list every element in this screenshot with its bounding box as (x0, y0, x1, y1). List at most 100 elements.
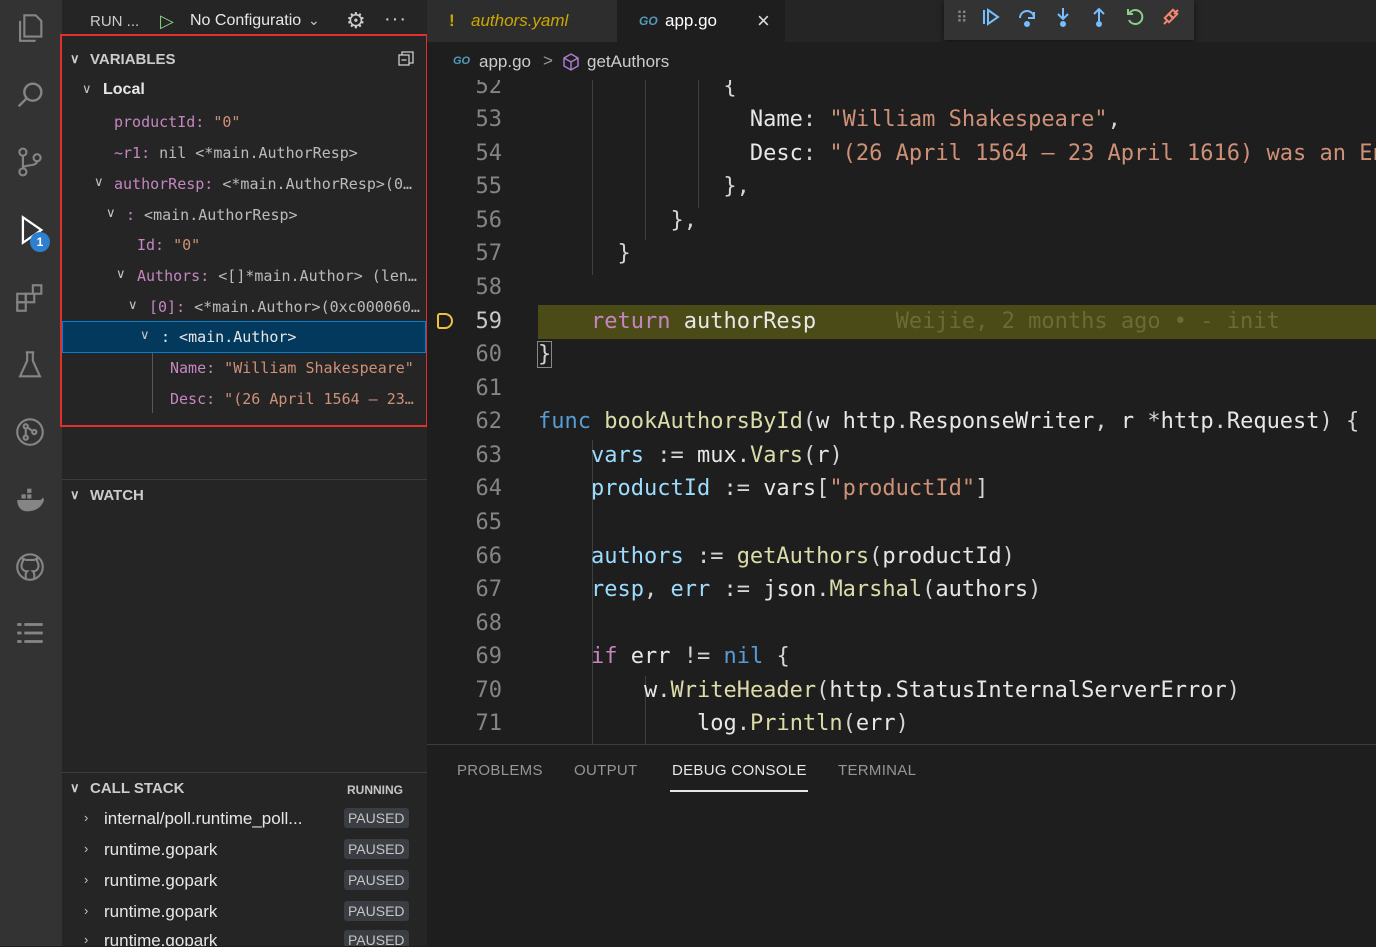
tab-label: app.go (665, 11, 717, 30)
warning-icon: ! (449, 11, 455, 30)
code-line: }, (538, 174, 750, 199)
divider (62, 772, 427, 773)
variables-highlight-frame (60, 34, 428, 427)
frame-status-badge: PAUSED (344, 930, 409, 946)
call-stack-frame[interactable]: › internal/poll.runtime_poll... PAUSED (62, 804, 427, 834)
watch-header[interactable]: ∨ WATCH (62, 481, 427, 511)
code-line: Desc: "(26 April 1564 – 23 April 1616) w… (749, 141, 1376, 166)
line-number: 67 (475, 577, 503, 602)
go-file-icon: GO (453, 55, 471, 67)
step-over-icon[interactable] (1016, 6, 1038, 34)
tab-terminal[interactable]: TERMINAL (838, 762, 916, 779)
call-stack-header[interactable]: ∨ CALL STACK RUNNING (62, 774, 427, 804)
github-icon[interactable] (10, 547, 50, 587)
code-line: if err != nil { (590, 644, 790, 669)
search-icon[interactable] (10, 75, 50, 115)
chevron-right-icon: › (84, 903, 89, 918)
active-tab-indicator (670, 790, 808, 792)
more-actions-button[interactable]: ··· (384, 8, 407, 31)
call-stack-frame[interactable]: › runtime.gopark PAUSED (62, 835, 427, 865)
divider (62, 479, 427, 480)
step-into-icon[interactable] (1052, 6, 1074, 34)
play-icon[interactable]: ▷ (160, 11, 174, 32)
frame-name: runtime.gopark (104, 902, 218, 921)
continue-icon[interactable] (980, 6, 1002, 34)
symbol-method-icon (561, 52, 581, 77)
code-editor[interactable]: 52 53 54 55 56 57 58 59 60 61 62 63 64 6… (427, 80, 1376, 744)
line-number: 63 (475, 443, 503, 468)
git-blame-annotation: Weijie, 2 months ago • - init (895, 309, 1280, 334)
line-number: 58 (475, 275, 503, 300)
call-stack-frame[interactable]: › runtime.gopark PAUSED (62, 926, 427, 946)
line-number: 54 (475, 141, 503, 166)
disconnect-icon[interactable] (1160, 6, 1182, 34)
restart-icon[interactable] (1124, 6, 1146, 34)
explorer-icon[interactable] (10, 8, 50, 48)
tab-app-go[interactable]: GO app.go × (617, 0, 785, 42)
code-line-current: return authorResp Weijie, 2 months ago •… (590, 309, 1280, 334)
code-line: Name: "William Shakespeare", (749, 107, 1121, 132)
editor-tabs: ! authors.yaml GO app.go × (427, 0, 1376, 42)
code-line: log.Println(err) (696, 711, 909, 736)
close-icon[interactable]: × (757, 8, 770, 34)
session-status: RUNNING (347, 783, 403, 797)
extensions-icon[interactable] (10, 278, 50, 318)
code-line: } (536, 341, 553, 368)
frame-name: runtime.gopark (104, 840, 218, 859)
tab-output[interactable]: OUTPUT (574, 762, 637, 779)
chevron-right-icon: › (84, 872, 89, 887)
docker-icon[interactable] (10, 480, 50, 520)
code-line: productId := vars["productId"] (590, 476, 989, 501)
activity-bar: 1 (0, 0, 62, 946)
watch-title: WATCH (90, 487, 144, 504)
tab-debug-console[interactable]: DEBUG CONSOLE (672, 762, 807, 779)
code-line: w.WriteHeader(http.StatusInternalServerE… (643, 678, 1241, 703)
breadcrumb-symbol[interactable]: getAuthors (587, 52, 669, 72)
line-number: 62 (475, 409, 503, 434)
frame-name: runtime.gopark (104, 871, 218, 890)
go-file-icon: GO (639, 14, 658, 28)
tab-label: authors.yaml (471, 11, 569, 30)
list-icon[interactable] (10, 613, 50, 653)
chevron-down-icon: ∨ (70, 780, 80, 795)
code-line: } (538, 241, 631, 266)
line-number: 53 (475, 107, 503, 132)
frame-status-badge: PAUSED (344, 808, 409, 828)
source-control-icon[interactable] (10, 142, 50, 182)
testing-icon[interactable] (10, 345, 50, 385)
line-number: 69 (475, 644, 503, 669)
chevron-right-icon: › (84, 932, 89, 946)
line-number: 66 (475, 544, 503, 569)
frame-name: runtime.gopark (104, 931, 218, 946)
configuration-select[interactable]: No Configuratio (190, 12, 324, 30)
breadcrumb-file[interactable]: app.go (479, 52, 531, 72)
line-number: 52 (475, 80, 503, 99)
call-stack-frame[interactable]: › runtime.gopark PAUSED (62, 897, 427, 927)
frame-name: internal/poll.runtime_poll... (104, 809, 303, 828)
line-number: 64 (475, 476, 503, 501)
code-line: resp, err := json.Marshal(authors) (590, 577, 1042, 602)
line-number: 56 (475, 208, 503, 233)
frame-status-badge: PAUSED (344, 901, 409, 921)
gear-icon[interactable]: ⚙ (346, 8, 366, 34)
chevron-right-icon: › (84, 841, 89, 856)
chevron-down-icon[interactable]: ⌄ (308, 12, 320, 29)
step-out-icon[interactable] (1088, 6, 1110, 34)
bottom-panel: PROBLEMS OUTPUT DEBUG CONSOLE TERMINAL (427, 744, 1376, 947)
code-line: }, (538, 208, 697, 233)
chevron-right-icon: › (84, 810, 89, 825)
tab-problems[interactable]: PROBLEMS (457, 762, 543, 779)
line-number: 57 (475, 241, 503, 266)
chevron-right-icon: > (543, 51, 553, 70)
tab-authors-yaml[interactable]: ! authors.yaml (427, 0, 617, 42)
line-number: 65 (475, 510, 503, 535)
gitlens-icon[interactable] (10, 412, 50, 452)
line-number: 70 (475, 678, 503, 703)
frame-status-badge: PAUSED (344, 870, 409, 890)
drag-handle-icon[interactable]: ⠿ (956, 8, 968, 28)
line-number: 71 (475, 711, 503, 736)
debug-badge: 1 (30, 232, 50, 252)
debug-toolbar: ⠿ (944, 0, 1194, 40)
call-stack-frame[interactable]: › runtime.gopark PAUSED (62, 866, 427, 896)
chevron-down-icon: ∨ (70, 487, 80, 502)
